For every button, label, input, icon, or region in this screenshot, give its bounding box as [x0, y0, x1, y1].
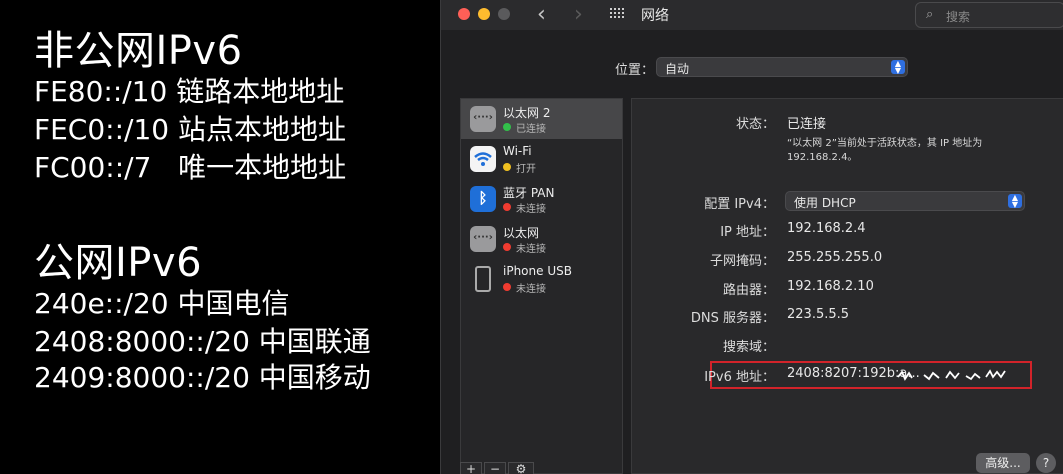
- location-label: 位置：: [615, 63, 655, 78]
- service-name: 以太网 2: [503, 106, 551, 120]
- back-arrow-icon[interactable]: ‹: [537, 2, 546, 27]
- search-icon: ⌕: [926, 7, 934, 22]
- slide-line: FE80::/10 链路本地地址: [34, 75, 345, 108]
- subnet-mask-value: 255.255.255.0: [787, 250, 883, 265]
- ipv4-config-value: 使用 DHCP: [794, 196, 856, 210]
- minimize-button[interactable]: [478, 8, 490, 20]
- slide-line: 2409:8000::/20 中国移动: [34, 361, 371, 394]
- slide-heading-public: 公网IPv6: [34, 240, 203, 286]
- search-domain-label: 搜索域：: [722, 340, 775, 355]
- forward-arrow-icon[interactable]: ›: [574, 2, 583, 27]
- service-status: 打开: [516, 164, 536, 175]
- slide-line: FC00::/7 唯一本地地址: [34, 151, 347, 184]
- service-detail-panel: 状态： 已连接 “以太网 2”当前处于活跃状态，其 IP 地址为 192.168…: [631, 98, 1063, 474]
- bluetooth-icon: ᛒ: [470, 186, 496, 212]
- service-name: Wi-Fi: [503, 144, 532, 158]
- status-dot: [503, 123, 511, 131]
- router-value: 192.168.2.10: [787, 279, 874, 294]
- wifi-icon: [470, 146, 496, 172]
- search-input[interactable]: ⌕ 搜索: [915, 2, 1063, 28]
- close-button[interactable]: [458, 8, 470, 20]
- remove-service-button[interactable]: −: [484, 462, 506, 474]
- slide-line: FEC0::/10 站点本地地址: [34, 113, 346, 146]
- dns-server-label: DNS 服务器：: [690, 311, 775, 326]
- show-all-grid-icon[interactable]: [610, 8, 626, 22]
- slide-panel: 非公网IPv6 FE80::/10 链路本地地址 FEC0::/10 站点本地地…: [0, 0, 440, 474]
- ipv4-config-label: 配置 IPv4：: [704, 197, 775, 212]
- status-label: 状态：: [735, 117, 775, 132]
- network-preferences-window: ‹ › 网络 ⌕ 搜索 位置： 自动 ▲ ▼ ‹···› 以太网 2 已连接 Wi…: [440, 0, 1063, 474]
- status-dot: [503, 283, 511, 291]
- help-button[interactable]: ?: [1036, 453, 1056, 473]
- ip-address-value: 192.168.2.4: [787, 221, 866, 236]
- ip-address-label: IP 地址：: [720, 225, 775, 240]
- service-status: 未连接: [516, 284, 546, 295]
- redaction-scribble: [897, 369, 1006, 381]
- service-name: 蓝牙 PAN: [503, 186, 555, 200]
- service-list: ‹···› 以太网 2 已连接 Wi-Fi 打开 ᛒ 蓝牙 PAN 未连接 ‹·…: [460, 98, 623, 474]
- service-name: iPhone USB: [503, 264, 572, 278]
- window-title: 网络: [641, 8, 669, 24]
- ipv4-config-select[interactable]: 使用 DHCP ▲ ▼: [785, 191, 1025, 211]
- title-bar: ‹ › 网络 ⌕ 搜索: [441, 0, 1063, 30]
- service-name: 以太网: [503, 226, 540, 240]
- search-placeholder: 搜索: [946, 10, 971, 24]
- slide-line: 240e::/20 中国电信: [34, 287, 290, 320]
- status-dot: [503, 203, 511, 211]
- service-item-iphone-usb[interactable]: iPhone USB 未连接: [461, 259, 622, 299]
- ipv6-address-label: IPv6 地址：: [704, 370, 775, 385]
- advanced-button[interactable]: 高级...: [976, 453, 1030, 473]
- service-status: 未连接: [516, 244, 546, 255]
- service-item-wifi[interactable]: Wi-Fi 打开: [461, 139, 622, 179]
- status-description: “以太网 2”当前处于活跃状态，其 IP 地址为 192.168.2.4。: [787, 138, 983, 163]
- subnet-mask-label: 子网掩码：: [709, 254, 775, 269]
- chevron-updown-icon: ▲ ▼: [1008, 194, 1022, 209]
- add-service-button[interactable]: +: [460, 462, 482, 474]
- status-dot: [503, 163, 511, 171]
- zoom-button[interactable]: [498, 8, 510, 20]
- ethernet-icon: ‹···›: [470, 106, 496, 132]
- service-item-bluetooth-pan[interactable]: ᛒ 蓝牙 PAN 未连接: [461, 179, 622, 219]
- router-label: 路由器：: [722, 283, 775, 298]
- slide-heading-private: 非公网IPv6: [34, 28, 243, 74]
- location-select[interactable]: 自动 ▲ ▼: [656, 57, 908, 77]
- ethernet-icon: ‹···›: [470, 226, 496, 252]
- status-dot: [503, 243, 511, 251]
- service-status: 已连接: [516, 124, 546, 135]
- chevron-updown-icon: ▲ ▼: [891, 60, 905, 75]
- status-value: 已连接: [787, 117, 827, 132]
- service-status: 未连接: [516, 204, 546, 215]
- dns-server-value: 223.5.5.5: [787, 307, 850, 322]
- iphone-icon: [475, 266, 491, 292]
- slide-line: 2408:8000::/20 中国联通: [34, 325, 371, 358]
- service-item-ethernet-2[interactable]: ‹···› 以太网 2 已连接: [461, 99, 622, 139]
- location-value: 自动: [665, 62, 690, 76]
- action-menu-button[interactable]: ⚙: [508, 462, 534, 474]
- service-item-ethernet[interactable]: ‹···› 以太网 未连接: [461, 219, 622, 259]
